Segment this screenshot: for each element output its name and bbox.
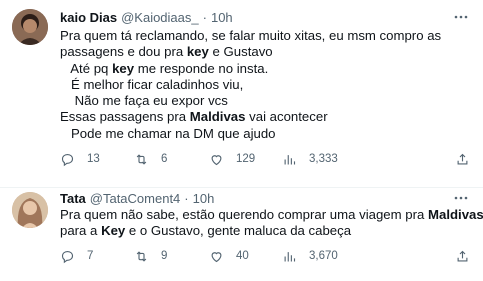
avatar[interactable]: [12, 9, 48, 45]
like-count: 40: [236, 250, 249, 262]
views-button[interactable]: 3,670: [282, 247, 338, 265]
author-name[interactable]: kaio Dias: [60, 10, 117, 25]
tweet[interactable]: Tata @TataComent4 · 10h Pra quem não sab…: [0, 189, 483, 281]
reply-icon: [61, 153, 74, 166]
text-segment: e o Gustavo, gente maluca da cabeça: [125, 223, 352, 239]
share-button[interactable]: [455, 150, 470, 168]
text-segment: Essas passagens pra: [60, 109, 190, 125]
timestamp[interactable]: 10h: [193, 191, 215, 206]
views-icon: [284, 251, 296, 261]
tweet-text-line: Pode me chamar na DM que ajudo: [60, 126, 472, 142]
heart-icon: [211, 154, 222, 165]
like-count: 129: [236, 153, 256, 165]
tweet-text-line: Pra quem não sabe, estão querendo compra…: [60, 207, 483, 223]
bold-text: key: [112, 60, 135, 76]
share-button[interactable]: [455, 247, 470, 265]
text-segment: vai acontecer: [245, 109, 328, 125]
avatar[interactable]: [12, 192, 48, 228]
tweet-text-line: passagens e dou pra key e Gustavo: [60, 44, 472, 60]
separator-dot: ·: [184, 190, 189, 206]
text-segment: Pra quem não sabe, estão querendo compra…: [60, 207, 428, 222]
separator-dot: ·: [202, 9, 207, 25]
views-count: 3,670: [309, 250, 338, 262]
like-button[interactable]: 129: [209, 150, 255, 168]
bold-text: Maldivas: [428, 207, 483, 222]
share-icon: [457, 250, 468, 261]
text-segment: Não me faça eu expor vcs: [60, 93, 228, 109]
text-segment: Até pq: [60, 60, 113, 76]
retweet-button[interactable]: 9: [134, 247, 167, 265]
tweet-text-line: É melhor ficar caladinhos viu,: [60, 77, 472, 93]
reply-icon: [61, 250, 74, 263]
tweet-text-line: Até pq key me responde no insta.: [60, 61, 472, 77]
retweet-icon: [136, 250, 147, 262]
action-bar: 7 9 40 3,670: [60, 247, 470, 265]
retweet-icon: [136, 153, 147, 165]
divider: [0, 187, 483, 188]
tweet-text-line: para a Key e o Gustavo, gente maluca da …: [60, 223, 472, 239]
tweet-text-line: Essas passagens pra Maldivas vai acontec…: [60, 109, 472, 125]
timestamp[interactable]: 10h: [211, 10, 233, 25]
text-segment: para a: [60, 223, 102, 239]
bold-text: Maldivas: [189, 109, 246, 125]
reply-button[interactable]: 13: [60, 150, 100, 168]
more-icon[interactable]: [453, 190, 469, 206]
text-segment: passagens e dou pra: [60, 44, 187, 60]
tweet[interactable]: kaio Dias @Kaiodiaas_ · 10h Pra quem tá …: [0, 0, 483, 188]
bold-text: key: [186, 44, 209, 60]
tweet-text: Pra quem não sabe, estão querendo compra…: [60, 207, 483, 240]
tweet-text: Pra quem tá reclamando, se falar muito x…: [60, 28, 472, 142]
heart-icon: [211, 251, 222, 262]
tweet-text-line: Não me faça eu expor vcs: [60, 93, 472, 109]
reply-count: 7: [87, 250, 94, 262]
more-icon[interactable]: [453, 9, 469, 25]
text-segment: Pode me chamar na DM que ajudo: [60, 125, 276, 141]
text-segment: me responde no insta.: [134, 60, 269, 76]
retweet-count: 9: [161, 250, 168, 262]
author-name[interactable]: Tata: [60, 191, 86, 206]
views-count: 3,333: [309, 153, 338, 165]
reply-count: 13: [87, 153, 100, 165]
text-segment: É melhor ficar caladinhos viu,: [60, 76, 244, 92]
views-icon: [284, 154, 296, 164]
author-handle[interactable]: @TataComent4: [90, 191, 181, 206]
text-segment: Pra quem tá reclamando, se falar muito x…: [60, 28, 442, 43]
share-icon: [457, 153, 468, 164]
like-button[interactable]: 40: [209, 247, 249, 265]
reply-button[interactable]: 7: [60, 247, 93, 265]
action-bar: 13 6 129 3,333: [60, 150, 470, 168]
views-button[interactable]: 3,333: [282, 150, 338, 168]
author-handle[interactable]: @Kaiodiaas_: [121, 10, 199, 25]
text-segment: e Gustavo: [208, 44, 273, 60]
bold-text: Key: [101, 223, 126, 239]
retweet-count: 6: [161, 153, 168, 165]
retweet-button[interactable]: 6: [134, 150, 167, 168]
tweet-text-line: Pra quem tá reclamando, se falar muito x…: [60, 28, 472, 44]
